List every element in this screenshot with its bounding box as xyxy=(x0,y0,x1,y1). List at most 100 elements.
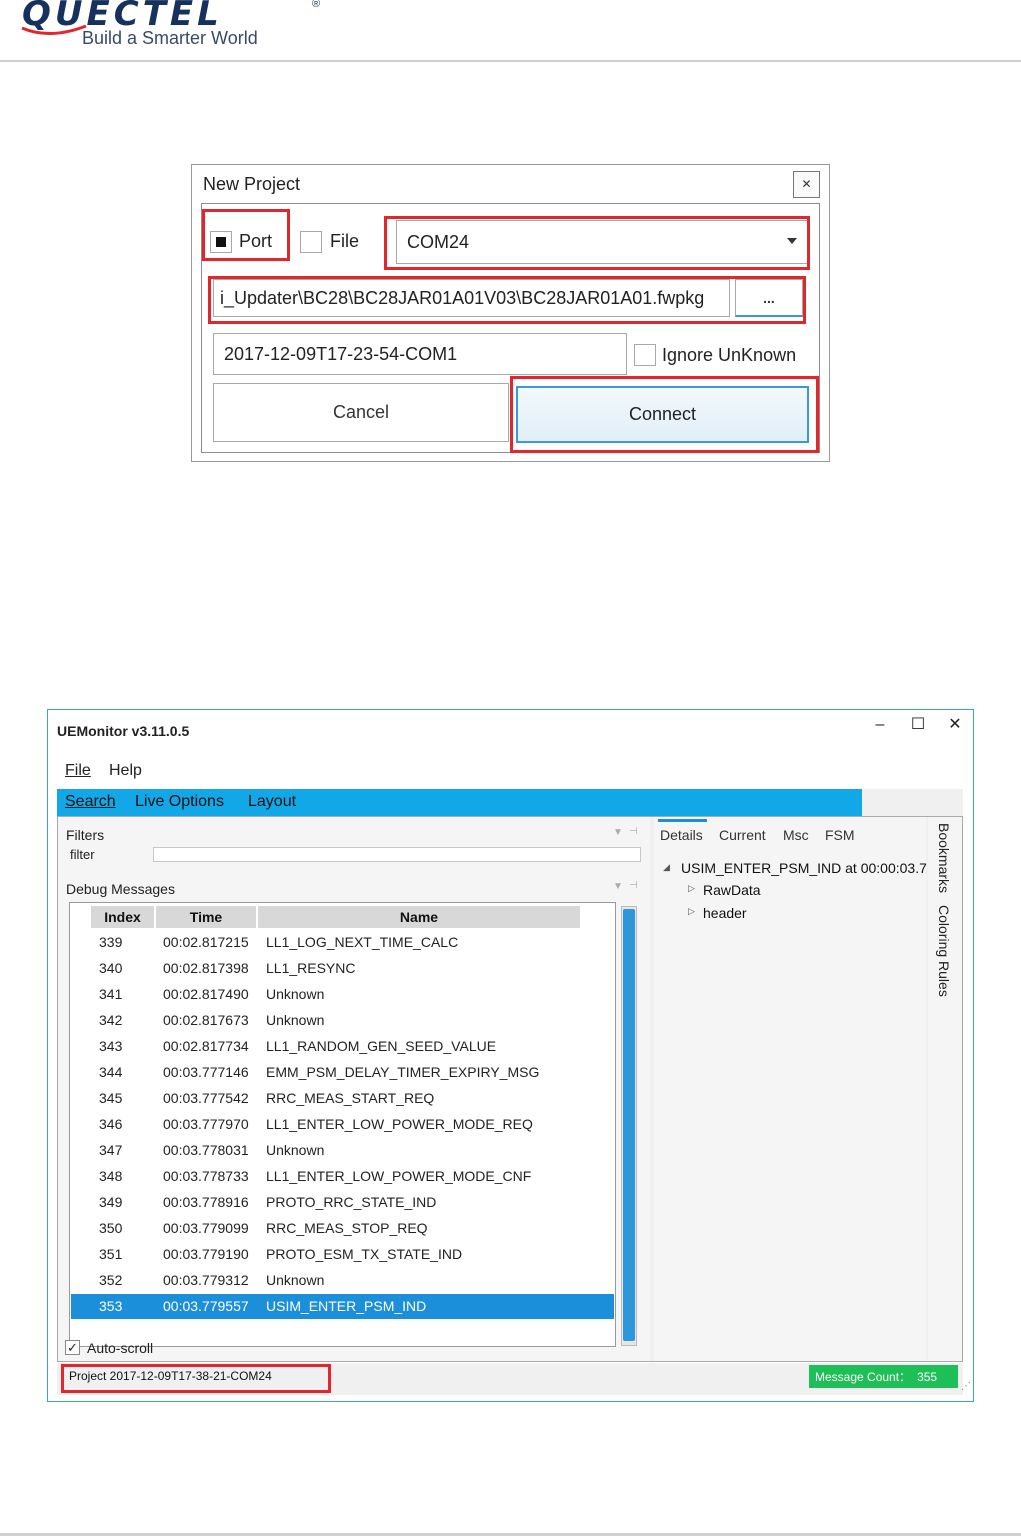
close-icon[interactable]: ✕ xyxy=(944,714,966,734)
row-time-cell: 00:03.777542 xyxy=(163,1090,249,1106)
port-select-value: COM24 xyxy=(407,231,470,252)
row-index-cell: 351 xyxy=(99,1246,123,1262)
connect-button[interactable]: Connect xyxy=(516,386,809,443)
dialog-body: Port File COM24 і_Updater\BC28\BC28JAR01… xyxy=(201,203,820,453)
chevron-down-icon xyxy=(787,238,797,244)
table-row[interactable]: 344 00:03.777146 EMM_PSM_DELAY_TIMER_EXPIR… xyxy=(71,1060,614,1085)
scrollbar-thumb[interactable] xyxy=(623,909,635,1341)
debug-messages-label: Debug Messages xyxy=(66,881,175,897)
expand-triangle-icon[interactable]: ▷ xyxy=(688,883,695,894)
row-index-cell: 349 xyxy=(99,1194,123,1210)
table-scrollbar[interactable] xyxy=(621,906,637,1346)
ribbon-search[interactable]: Search xyxy=(65,793,116,811)
row-time-cell: 00:03.777970 xyxy=(163,1116,249,1132)
column-header-time[interactable]: Time xyxy=(156,906,256,928)
tab-fsm[interactable]: FSM xyxy=(825,827,855,843)
browse-button[interactable]: ... xyxy=(735,279,803,317)
table-row[interactable]: 351 00:03.779190 PROTO_ESM_TX_STATE_IND xyxy=(71,1242,614,1267)
filter-field-label: filter xyxy=(70,847,95,862)
column-header-name[interactable]: Name xyxy=(258,906,580,928)
dialog-title: New Project xyxy=(203,174,301,194)
table-row[interactable]: 353 00:03.779557 USIM_ENTER_PSM_IND xyxy=(71,1294,614,1319)
table-row[interactable]: 352 00:03.779312 Unknown xyxy=(71,1268,614,1293)
pane-dropdown-icon[interactable]: ▼ xyxy=(613,827,623,838)
filters-label: Filters xyxy=(66,827,105,843)
active-tab-indicator xyxy=(658,819,707,822)
tree-item-header[interactable]: header xyxy=(703,905,747,921)
maximize-icon[interactable]: ☐ xyxy=(907,714,929,734)
tree-item-rawdata[interactable]: RawData xyxy=(703,882,761,898)
pin-icon[interactable]: ⊣ xyxy=(629,880,638,891)
row-name-cell: Unknown xyxy=(266,1272,325,1288)
table-row[interactable]: 339 00:02.817215 LL1_LOG_NEXT_TIME_CALC xyxy=(71,930,614,955)
pin-icon[interactable]: ⊣ xyxy=(629,826,638,837)
table-row[interactable]: 345 00:03.777542 RRC_MEAS_START_REQ xyxy=(71,1086,614,1111)
table-row[interactable]: 350 00:03.779099 RRC_MEAS_STOP_REQ xyxy=(71,1216,614,1241)
table-row[interactable]: 346 00:03.777970 LL1_ENTER_LOW_POWER_MODE_… xyxy=(71,1112,614,1137)
menu-file[interactable]: File xyxy=(65,762,91,780)
row-index-cell: 353 xyxy=(99,1298,123,1314)
menu-help[interactable]: Help xyxy=(109,762,142,780)
row-name-cell: USIM_ENTER_PSM_IND xyxy=(266,1298,427,1314)
row-index-cell: 340 xyxy=(99,960,123,976)
ignore-unknown-checkbox[interactable] xyxy=(634,344,656,366)
auto-scroll-checkbox[interactable]: ✓ xyxy=(65,1340,80,1355)
messages-table: Index Time Name 339 00:02.817215 LL1_LOG_N… xyxy=(69,902,616,1347)
cancel-button[interactable]: Cancel xyxy=(213,383,509,442)
message-count-label: Message Count： xyxy=(815,1370,912,1384)
row-index-cell: 341 xyxy=(99,986,123,1002)
table-row[interactable]: 347 00:03.778031 Unknown xyxy=(71,1138,614,1163)
table-row[interactable]: 341 00:02.817490 Unknown xyxy=(71,982,614,1007)
footer-divider xyxy=(0,1533,1021,1536)
table-row[interactable]: 342 00:02.817673 Unknown xyxy=(71,1008,614,1033)
resize-grip-icon[interactable]: ⋰ xyxy=(961,1381,971,1392)
table-row[interactable]: 343 00:02.817734 LL1_RANDOM_GEN_SEED_VALUE xyxy=(71,1034,614,1059)
row-time-cell: 00:03.779190 xyxy=(163,1246,249,1262)
logo-tagline: Build a Smarter World xyxy=(82,28,258,48)
row-time-cell: 00:03.778916 xyxy=(163,1194,249,1210)
row-name-cell: PROTO_ESM_TX_STATE_IND xyxy=(266,1246,463,1262)
table-row[interactable]: 349 00:03.778916 PROTO_RRC_STATE_IND xyxy=(71,1190,614,1215)
row-name-cell: LL1_ENTER_LOW_POWER_MODE_CNF xyxy=(266,1168,532,1184)
tab-msc[interactable]: Msc xyxy=(783,827,809,843)
row-index-cell: 350 xyxy=(99,1220,123,1236)
minimize-icon[interactable]: – xyxy=(869,716,891,734)
ribbon-layout[interactable]: Layout xyxy=(248,793,296,811)
side-tab-bookmarks[interactable]: Bookmarks xyxy=(936,823,952,893)
row-time-cell: 00:02.817734 xyxy=(163,1038,249,1054)
tree-root[interactable]: USIM_ENTER_PSM_IND at 00:00:03.7 xyxy=(681,860,926,876)
row-name-cell: LL1_RANDOM_GEN_SEED_VALUE xyxy=(266,1038,497,1054)
checked-mark-icon xyxy=(216,237,226,247)
project-name-field[interactable]: 2017-12-09T17-23-54-COM1 xyxy=(213,333,627,375)
main-content: Filters ▼ ⊣ filter Debug Messages ▼ ⊣ In… xyxy=(57,816,963,1362)
row-name-cell: LL1_RESYNC xyxy=(266,960,356,976)
row-time-cell: 00:02.817398 xyxy=(163,960,249,976)
file-checkbox[interactable] xyxy=(300,231,322,253)
firmware-path-field[interactable]: і_Updater\BC28\BC28JAR01A01V03\BC28JAR01… xyxy=(213,279,730,317)
table-row[interactable]: 348 00:03.778733 LL1_ENTER_LOW_POWER_MODE_… xyxy=(71,1164,614,1189)
tab-details[interactable]: Details xyxy=(660,827,703,843)
ribbon-live-options[interactable]: Live Options xyxy=(135,793,224,811)
row-name-cell: Unknown xyxy=(266,1142,325,1158)
pane-dropdown-icon[interactable]: ▼ xyxy=(613,881,623,892)
details-pane: Details Current Msc FSM ◢ USIM_ENTER_PSM… xyxy=(654,817,926,1361)
row-name-cell: LL1_ENTER_LOW_POWER_MODE_REQ xyxy=(266,1116,533,1132)
close-icon[interactable]: ✕ xyxy=(793,171,820,198)
side-tab-coloring-rules[interactable]: Coloring Rules xyxy=(936,905,952,997)
row-time-cell: 00:03.778733 xyxy=(163,1168,249,1184)
row-index-cell: 345 xyxy=(99,1090,123,1106)
table-row[interactable]: 340 00:02.817398 LL1_RESYNC xyxy=(71,956,614,981)
row-index-cell: 346 xyxy=(99,1116,123,1132)
tab-current[interactable]: Current xyxy=(719,827,766,843)
message-count-value: 355 xyxy=(917,1369,938,1384)
row-time-cell: 00:03.779557 xyxy=(163,1298,249,1314)
row-name-cell: RRC_MEAS_STOP_REQ xyxy=(266,1220,428,1236)
port-checkbox[interactable] xyxy=(210,231,232,253)
expand-triangle-icon[interactable]: ▷ xyxy=(688,906,695,917)
column-header-index[interactable]: Index xyxy=(91,906,154,928)
row-name-cell: PROTO_RRC_STATE_IND xyxy=(266,1194,437,1210)
window-title: UEMonitor v3.11.0.5 xyxy=(57,723,190,739)
collapse-triangle-icon[interactable]: ◢ xyxy=(663,862,670,873)
port-select[interactable]: COM24 xyxy=(396,220,808,264)
filter-input[interactable] xyxy=(153,847,641,862)
